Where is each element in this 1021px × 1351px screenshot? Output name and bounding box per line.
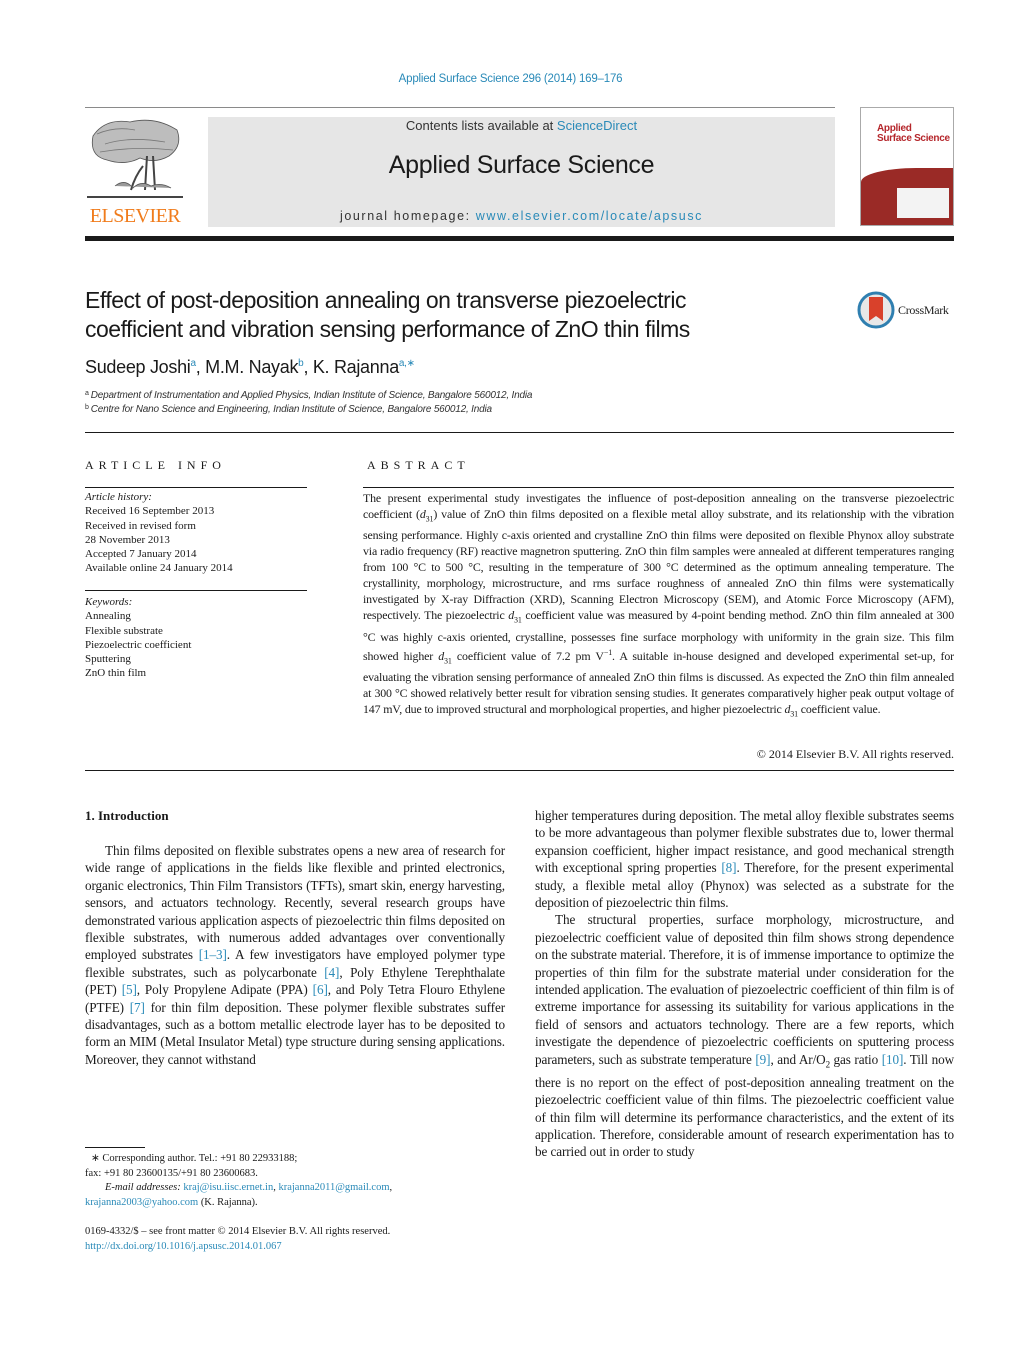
reference-link[interactable]: [9] bbox=[755, 1052, 770, 1067]
divider bbox=[85, 770, 954, 771]
article-identifiers: 0169-4332/$ – see front matter © 2014 El… bbox=[85, 1225, 505, 1254]
history-label: Article history: bbox=[85, 491, 152, 503]
history-item: Received in revised form bbox=[85, 519, 196, 532]
history-item: Available online 24 January 2014 bbox=[85, 562, 233, 575]
affiliation: b Centre for Nano Science and Engineering… bbox=[85, 404, 492, 415]
keywords-label: Keywords: bbox=[85, 596, 133, 608]
article-title: Effect of post-deposition annealing on t… bbox=[85, 287, 690, 342]
article-history: Article history: Received 16 September 2… bbox=[85, 490, 307, 576]
reference-link[interactable]: [10] bbox=[882, 1052, 904, 1067]
history-item: Accepted 7 January 2014 bbox=[85, 548, 197, 561]
author-name[interactable]: Sudeep Joshi bbox=[85, 357, 191, 377]
journal-citation[interactable]: Applied Surface Science 296 (2014) 169–1… bbox=[0, 73, 1021, 85]
header-thick-rule bbox=[85, 236, 954, 241]
body-column-left: Thin films deposited on flexible substra… bbox=[85, 842, 505, 1068]
footnote-rule bbox=[85, 1147, 145, 1148]
homepage-line: journal homepage: www.elsevier.com/locat… bbox=[339, 209, 704, 223]
corresponding-author-footnote: ∗ Corresponding author. Tel.: +91 80 229… bbox=[85, 1153, 393, 1208]
reference-link[interactable]: [6] bbox=[313, 982, 328, 997]
paragraph: Thin films deposited on flexible substra… bbox=[85, 843, 506, 1067]
elsevier-wordmark: ELSEVIER bbox=[89, 205, 181, 227]
email-link[interactable]: krajanna2003@yahoo.com bbox=[85, 1197, 198, 1208]
keyword: Piezoelectric coefficient bbox=[85, 638, 192, 651]
keyword: ZnO thin film bbox=[85, 667, 147, 680]
divider bbox=[85, 432, 954, 433]
sciencedirect-link[interactable]: ScienceDirect bbox=[557, 118, 637, 133]
divider bbox=[363, 487, 954, 488]
crossmark-button[interactable]: CrossMark bbox=[857, 291, 957, 331]
paragraph: higher temperatures during deposition. T… bbox=[535, 808, 954, 911]
reference-link[interactable]: [7] bbox=[130, 1000, 145, 1015]
elsevier-logo[interactable]: ELSEVIER bbox=[85, 116, 185, 228]
elsevier-tree-icon bbox=[87, 119, 183, 198]
author-name[interactable]: M.M. Nayak bbox=[205, 357, 298, 377]
reference-link[interactable]: [5] bbox=[122, 982, 137, 997]
crossmark-label: CrossMark bbox=[898, 303, 949, 317]
body-column-right: higher temperatures during deposition. T… bbox=[535, 807, 954, 1161]
section-heading-introduction: 1. Introduction bbox=[85, 808, 169, 823]
abstract-copyright: © 2014 Elsevier B.V. All rights reserved… bbox=[756, 747, 954, 761]
doi-link[interactable]: http://dx.doi.org/10.1016/j.apsusc.2014.… bbox=[85, 1241, 282, 1252]
cover-graphical-abstract bbox=[897, 188, 949, 218]
author-list: Sudeep Joshia, M.M. Nayakb, K. Rajannaa,… bbox=[85, 357, 415, 377]
citation-link[interactable]: Applied Surface Science 296 (2014) 169–1… bbox=[399, 73, 623, 85]
reference-link[interactable]: [8] bbox=[721, 860, 736, 875]
article-info-heading: ARTICLE INFO bbox=[85, 458, 226, 472]
reference-link[interactable]: [4] bbox=[324, 965, 339, 980]
abstract-heading: ABSTRACT bbox=[367, 458, 470, 472]
keyword: Flexible substrate bbox=[85, 624, 163, 637]
email-link[interactable]: kraj@isu.iisc.ernet.in bbox=[183, 1182, 273, 1193]
divider bbox=[85, 487, 307, 488]
keyword: Annealing bbox=[85, 610, 131, 623]
author-name[interactable]: K. Rajanna bbox=[313, 357, 399, 377]
contents-line: Contents lists available at ScienceDirec… bbox=[405, 118, 638, 133]
cover-title: Applied Surface Science bbox=[877, 123, 950, 144]
divider bbox=[85, 590, 307, 591]
history-item: 28 November 2013 bbox=[85, 533, 170, 546]
email-link[interactable]: krajanna2011@gmail.com bbox=[278, 1182, 389, 1193]
homepage-link[interactable]: www.elsevier.com/locate/apsusc bbox=[476, 209, 703, 223]
author-affil-link[interactable]: a,∗ bbox=[399, 358, 415, 369]
keyword: Sputtering bbox=[85, 653, 131, 666]
reference-link[interactable]: [1–3] bbox=[199, 947, 227, 962]
abstract-text: The present experimental study investiga… bbox=[363, 491, 955, 719]
journal-name: Applied Surface Science bbox=[388, 151, 655, 179]
crossmark-icon bbox=[857, 291, 895, 329]
affiliation: a Department of Instrumentation and Appli… bbox=[85, 390, 533, 401]
paragraph: The structural properties, surface morph… bbox=[535, 912, 954, 1160]
keywords: Keywords: Annealing Flexible substrate P… bbox=[85, 595, 307, 681]
journal-cover-thumbnail[interactable]: Applied Surface Science bbox=[860, 107, 954, 226]
header-rule bbox=[85, 107, 835, 108]
history-item: Received 16 September 2013 bbox=[85, 505, 215, 518]
journal-banner: Contents lists available at ScienceDirec… bbox=[208, 117, 835, 227]
front-matter-line: 0169-4332/$ – see front matter © 2014 El… bbox=[85, 1226, 391, 1237]
